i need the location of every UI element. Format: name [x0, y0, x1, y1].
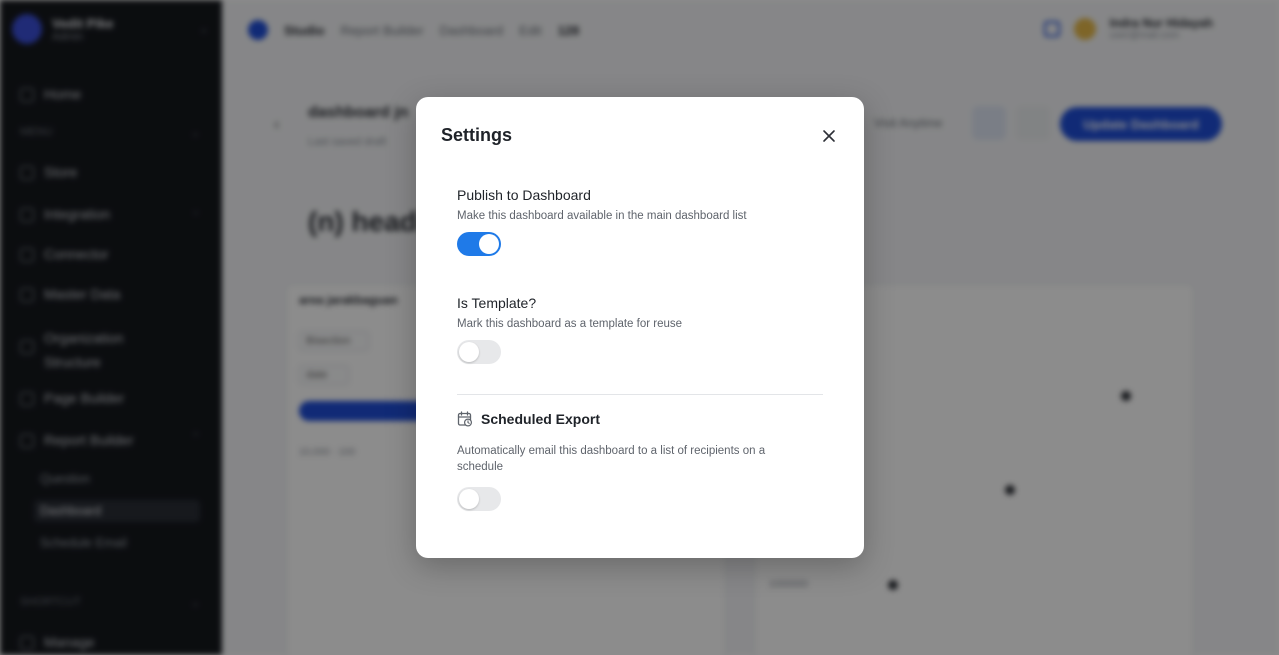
toggle-knob — [459, 489, 479, 509]
template-toggle[interactable] — [457, 340, 501, 364]
scheduled-export-toggle[interactable] — [457, 487, 501, 511]
publish-toggle[interactable] — [457, 232, 501, 256]
scheduled-export-description: Automatically email this dashboard to a … — [457, 445, 766, 473]
settings-dialog: Settings Publish to Dashboard Make this … — [416, 97, 864, 558]
calendar-clock-icon — [457, 411, 473, 427]
divider — [457, 394, 823, 395]
dialog-title: Settings — [441, 125, 513, 145]
publish-option-description: Make this dashboard available in the mai… — [457, 210, 747, 222]
scheduled-export-title: Scheduled Export — [481, 411, 601, 427]
template-option-title: Is Template? — [457, 295, 537, 311]
publish-option-title: Publish to Dashboard — [457, 187, 591, 203]
toggle-knob — [459, 342, 479, 362]
close-icon — [823, 130, 835, 142]
scheduled-export-header: Scheduled Export — [457, 411, 600, 427]
close-button[interactable] — [818, 125, 840, 147]
toggle-knob — [479, 234, 499, 254]
template-option-description: Mark this dashboard as a template for re… — [457, 318, 683, 330]
